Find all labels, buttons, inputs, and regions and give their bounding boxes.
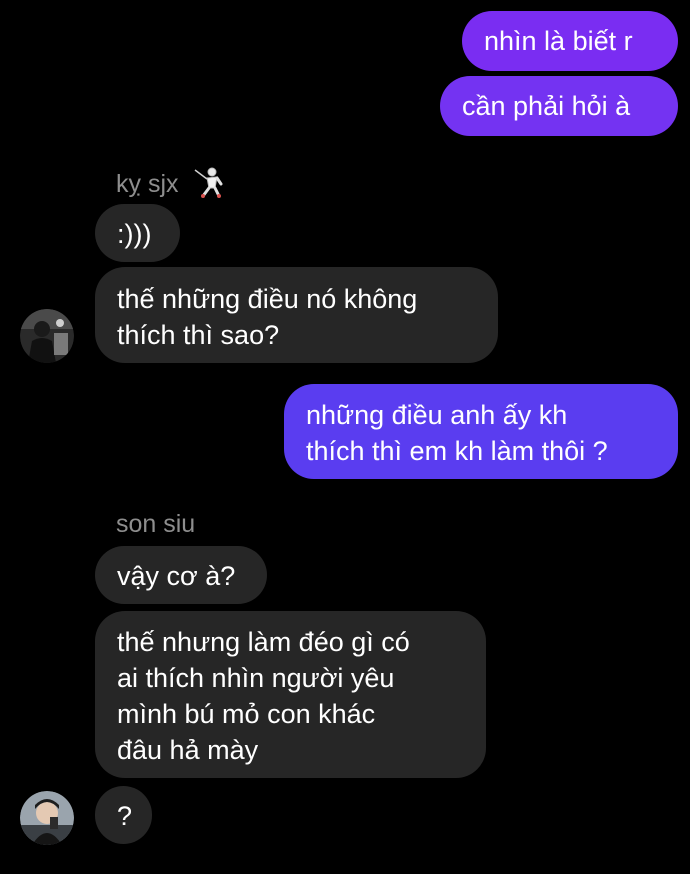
message-text: nhìn là biết r (484, 26, 633, 56)
outgoing-message-bubble[interactable]: những điều anh ấy kh thích thì em kh làm… (284, 384, 678, 479)
message-text: ? (117, 801, 133, 831)
message-text-line: mình bú mỏ con khác (117, 699, 376, 729)
message-text-line: thế những điều nó không (117, 284, 418, 314)
avatar[interactable] (20, 791, 74, 845)
incoming-message-bubble[interactable]: thế nhưng làm đéo gì có ai thích nhìn ng… (95, 611, 486, 778)
sender-name: son siu (116, 509, 195, 539)
message-text-line: ai thích nhìn người yêu (117, 663, 395, 693)
message-text-line: thế nhưng làm đéo gì có (117, 627, 410, 657)
incoming-message-bubble[interactable]: vậy cơ à? (95, 546, 267, 604)
message-text: :))) (117, 219, 152, 249)
incoming-message-bubble[interactable]: ? (95, 786, 152, 844)
message-text-line: đâu hả mày (117, 735, 259, 765)
fencer-icon (191, 166, 225, 205)
message-text: vậy cơ à? (117, 561, 236, 591)
incoming-message-bubble[interactable]: thế những điều nó không thích thì sao? (95, 267, 498, 363)
message-text-line: những điều anh ấy kh (306, 400, 568, 430)
outgoing-message-bubble[interactable]: nhìn là biết r (462, 11, 678, 71)
message-text-line: thích thì em kh làm thôi ? (306, 436, 608, 466)
message-text-line: thích thì sao? (117, 320, 280, 350)
sender-name-text: son siu (116, 510, 196, 538)
sender-name: kỵ sjx (116, 166, 225, 205)
outgoing-message-bubble[interactable]: cần phải hỏi à (440, 76, 678, 136)
incoming-message-bubble[interactable]: :))) (95, 204, 180, 262)
message-text: cần phải hỏi à (462, 91, 631, 121)
avatar[interactable] (20, 309, 74, 363)
sender-name-text: kỵ sjx (116, 170, 179, 199)
